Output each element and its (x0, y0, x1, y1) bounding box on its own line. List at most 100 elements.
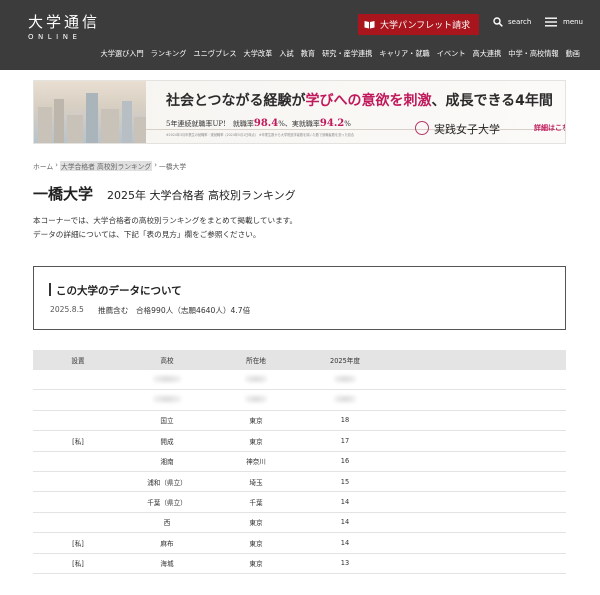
cell-type: [私] (72, 560, 84, 569)
nav-item-exam[interactable]: 入試 (279, 49, 293, 59)
cell-school: 国立 (160, 417, 174, 426)
intro-text: 本コーナーでは、大学合格者の高校別ランキングをまとめて掲載しています。 データの… (33, 214, 297, 242)
banner-detail-link[interactable]: 詳細はこちら › (534, 123, 565, 133)
cell-count: 14 (340, 538, 350, 547)
nav-item-school-info[interactable]: 中学・高校情報 (508, 49, 558, 59)
cell-count: 13 (340, 559, 350, 568)
global-nav: 大学選び入門 ランキング ユニヴプレス 大学改革 入試 教育 研究・産学連携 キ… (101, 49, 580, 59)
data-info-date: 2025.8.5 (50, 305, 84, 314)
ranking-table: 設置 高校 所在地 2025年度 国立 東京 18 [私] 開成 東京 17 湘… (33, 350, 566, 574)
header-type: 設置 (71, 357, 85, 365)
book-icon (364, 21, 375, 29)
table-row: 湘南 神奈川 16 (33, 452, 566, 472)
cell-type: [私] (72, 437, 84, 446)
search-label: search (508, 18, 532, 26)
cell-location: 東京 (249, 539, 263, 548)
blurred-cell (153, 395, 181, 405)
pamphlet-request-button[interactable]: 大学パンフレット請求 (358, 14, 479, 35)
breadcrumb-home[interactable]: ホーム (33, 161, 53, 171)
cell-count: 18 (340, 416, 350, 425)
cell-location: 東京 (249, 417, 263, 426)
table-row: [私] 海城 東京 13 (33, 554, 566, 574)
site-logo[interactable]: 大学通信 ONLINE (28, 13, 101, 42)
banner-university-name: 実践女子大学 (434, 123, 500, 136)
nav-item-intro[interactable]: 大学選び入門 (101, 49, 144, 59)
cell-school: 麻布 (160, 539, 174, 548)
table-row: [私] 麻布 東京 14 (33, 533, 566, 554)
heading-accent-bar (49, 283, 51, 296)
table-row: 浦和（県立） 埼玉 15 (33, 472, 566, 493)
banner-footnote: ※2024年3月卒業生の就職率・実就職率（2024年5月1日時点） ※卒業生数か… (166, 133, 355, 137)
blurred-cell (334, 374, 356, 385)
nav-item-research[interactable]: 研究・産学連携 (322, 49, 372, 59)
data-info-title: この大学のデータについて (56, 285, 182, 297)
cell-count: 14 (340, 518, 350, 527)
cell-school: 海城 (160, 560, 174, 569)
cell-count: 15 (340, 477, 350, 486)
nav-item-univpress[interactable]: ユニヴプレス (193, 49, 236, 59)
banner-stats: 5年連続就職率UP! 就職率98.4%、実就職率94.2% (166, 118, 351, 129)
nav-item-education[interactable]: 教育 (301, 49, 315, 59)
search-button[interactable]: search (493, 17, 531, 27)
cell-type: [私] (72, 539, 84, 548)
breadcrumb: ホーム › 大学合格者 高校別ランキング › 一橋大学 (33, 161, 186, 171)
data-info-detail: 推薦含む 合格990人（志願4640人）4.7倍 (98, 306, 251, 315)
nav-item-career[interactable]: キャリア・就職 (379, 49, 429, 59)
logo-main-text: 大学通信 (28, 13, 101, 31)
pamphlet-request-label: 大学パンフレット請求 (380, 21, 471, 31)
blurred-cell (153, 374, 181, 385)
header-count: 2025年度 (330, 357, 360, 365)
data-info-box: この大学のデータについて 2025.8.5 推薦含む 合格990人（志願4640… (33, 266, 566, 330)
header-location: 所在地 (246, 357, 266, 365)
breadcrumb-separator: › (55, 161, 58, 169)
cell-school: 浦和（県立） (147, 478, 187, 487)
cell-location: 埼玉 (249, 478, 263, 487)
cell-school: 西 (163, 519, 171, 528)
intro-line: 本コーナーでは、大学合格者の高校別ランキングをまとめて掲載しています。 (33, 216, 298, 225)
cell-location: 千葉 (249, 499, 263, 508)
table-row: [私] 開成 東京 17 (33, 431, 566, 452)
page-title: 一橋大学 (33, 185, 94, 203)
banner-divider (146, 129, 565, 130)
cell-location: 東京 (249, 437, 263, 446)
menu-button[interactable]: menu (545, 17, 583, 27)
cell-location: 神奈川 (246, 458, 266, 467)
university-emblem-icon (415, 121, 429, 135)
breadcrumb-ranking[interactable]: 大学合格者 高校別ランキング (59, 161, 153, 171)
intro-line: データの詳細については、下記「表の見方」欄をご参照ください。 (33, 230, 261, 239)
cell-school: 開成 (160, 437, 174, 446)
table-row: 国立 東京 18 (33, 411, 566, 432)
cell-count: 16 (340, 457, 350, 466)
table-row: 千葉（県立） 千葉 14 (33, 492, 566, 513)
table-row (33, 370, 566, 391)
nav-item-ranking[interactable]: ランキング (151, 49, 187, 59)
cell-location: 東京 (249, 519, 263, 528)
nav-item-event[interactable]: イベント (437, 49, 466, 59)
table-row (33, 390, 566, 411)
header-school: 高校 (160, 357, 174, 365)
blurred-cell (334, 395, 356, 405)
page-subtitle: 2025年 大学合格者 高校別ランキング (107, 189, 296, 202)
logo-sub-text: ONLINE (28, 33, 82, 41)
nav-item-highschool-link[interactable]: 高大連携 (473, 49, 502, 59)
nav-item-video[interactable]: 動画 (566, 49, 580, 59)
table-row: 西 東京 14 (33, 513, 566, 534)
cell-count: 17 (340, 436, 350, 445)
page-title-row: 一橋大学 2025年 大学合格者 高校別ランキング (33, 183, 296, 204)
ad-banner[interactable]: 社会とつながる経験が学びへの意欲を刺激、成長できる4年間 5年連続就職率UP! … (33, 80, 566, 144)
blurred-cell (245, 374, 267, 385)
hamburger-icon (545, 17, 557, 27)
site-header: 大学通信 ONLINE 大学パンフレット請求 search menu 大学選び入… (0, 0, 600, 70)
blurred-cell (245, 395, 267, 405)
banner-city-photo (34, 81, 146, 143)
breadcrumb-separator: › (154, 161, 157, 169)
banner-tagline: 社会とつながる経験が学びへの意欲を刺激、成長できる4年間 (166, 93, 553, 109)
cell-location: 東京 (249, 560, 263, 569)
table-header: 設置 高校 所在地 2025年度 (33, 350, 566, 370)
menu-label: menu (563, 18, 583, 26)
search-icon (493, 17, 503, 27)
cell-school: 湘南 (160, 458, 174, 467)
nav-item-reform[interactable]: 大学改革 (244, 49, 273, 59)
cell-count: 14 (340, 498, 350, 507)
breadcrumb-current: 一橋大学 (158, 163, 187, 171)
